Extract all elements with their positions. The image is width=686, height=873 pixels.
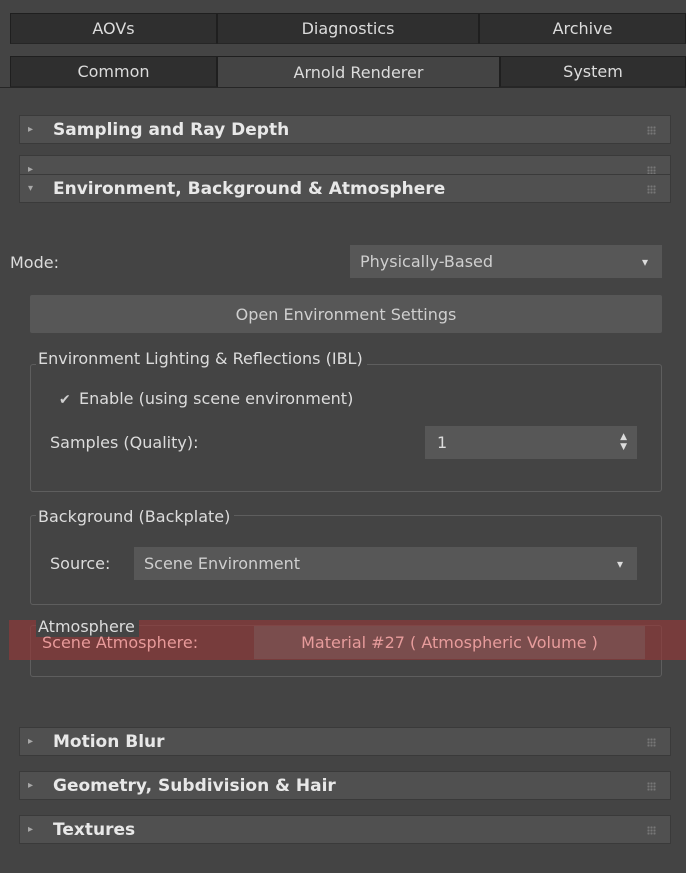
tab-diagnostics[interactable]: Diagnostics xyxy=(217,13,479,44)
enable-label[interactable]: Enable (using scene environment) xyxy=(79,389,353,408)
collapsed-triangle-icon: ▸ xyxy=(28,824,34,835)
source-label: Source: xyxy=(50,554,111,573)
collapsed-triangle-icon: ▸ xyxy=(28,124,34,135)
drag-grip-icon[interactable] xyxy=(647,126,656,135)
rollout-title: Sampling and Ray Depth xyxy=(53,119,290,140)
mode-dropdown[interactable]: Physically-Based ▾ xyxy=(350,245,662,278)
expanded-triangle-icon: ▾ xyxy=(28,183,34,194)
rollout-title: Textures xyxy=(53,819,136,840)
ibl-group-legend: Environment Lighting & Reflections (IBL) xyxy=(36,349,367,369)
source-value: Scene Environment xyxy=(144,554,301,573)
spin-up-icon[interactable]: ▲ xyxy=(620,432,627,442)
tab-arnold-renderer[interactable]: Arnold Renderer xyxy=(217,56,500,88)
tab-aovs[interactable]: AOVs xyxy=(10,13,217,44)
tab-archive[interactable]: Archive xyxy=(479,13,686,44)
rollout-title: Geometry, Subdivision & Hair xyxy=(53,775,336,796)
enable-checkbox[interactable]: ✔ xyxy=(59,392,71,408)
rollout-sampling-ray-depth[interactable]: ▸ Sampling and Ray Depth xyxy=(19,115,671,144)
tab-system[interactable]: System xyxy=(500,56,686,87)
tabs-divider xyxy=(0,87,686,88)
source-dropdown[interactable]: Scene Environment ▾ xyxy=(134,547,637,580)
spin-down-icon[interactable]: ▼ xyxy=(620,442,627,452)
rollout-environment-background-atmosphere[interactable]: ▾ Environment, Background & Atmosphere xyxy=(19,174,671,203)
mode-label: Mode: xyxy=(10,253,59,272)
rollout-title: Motion Blur xyxy=(53,731,165,752)
spinner-arrows-icon[interactable]: ▲ ▼ xyxy=(620,432,627,452)
background-group-legend: Background (Backplate) xyxy=(36,507,235,527)
scene-atmosphere-label: Scene Atmosphere: xyxy=(42,633,199,652)
open-environment-settings-button[interactable]: Open Environment Settings xyxy=(30,295,662,333)
tab-common[interactable]: Common xyxy=(10,56,217,87)
drag-grip-icon[interactable] xyxy=(647,185,656,194)
tab-row-bottom: Common Arnold Renderer System xyxy=(10,56,686,88)
samples-spinner[interactable]: 1 ▲ ▼ xyxy=(425,426,637,459)
rollout-textures[interactable]: ▸ Textures xyxy=(19,815,671,844)
drag-grip-icon[interactable] xyxy=(647,738,656,747)
rollout-title: Environment, Background & Atmosphere xyxy=(53,178,446,199)
dropdown-arrow-icon: ▾ xyxy=(641,254,648,269)
drag-grip-icon[interactable] xyxy=(647,826,656,835)
samples-label: Samples (Quality): xyxy=(50,433,199,452)
rollout-motion-blur[interactable]: ▸ Motion Blur xyxy=(19,727,671,756)
dropdown-arrow-icon: ▾ xyxy=(616,556,623,571)
collapsed-triangle-icon: ▸ xyxy=(28,780,34,791)
mode-value: Physically-Based xyxy=(360,252,494,271)
collapsed-triangle-icon: ▸ xyxy=(28,736,34,747)
rollout-geometry-subdivision-hair[interactable]: ▸ Geometry, Subdivision & Hair xyxy=(19,771,671,800)
scene-atmosphere-material-button[interactable]: Material #27 ( Atmospheric Volume ) xyxy=(254,626,645,659)
drag-grip-icon[interactable] xyxy=(647,782,656,791)
samples-value[interactable]: 1 xyxy=(437,433,447,452)
tab-row-top: AOVs Diagnostics Archive xyxy=(10,13,686,44)
